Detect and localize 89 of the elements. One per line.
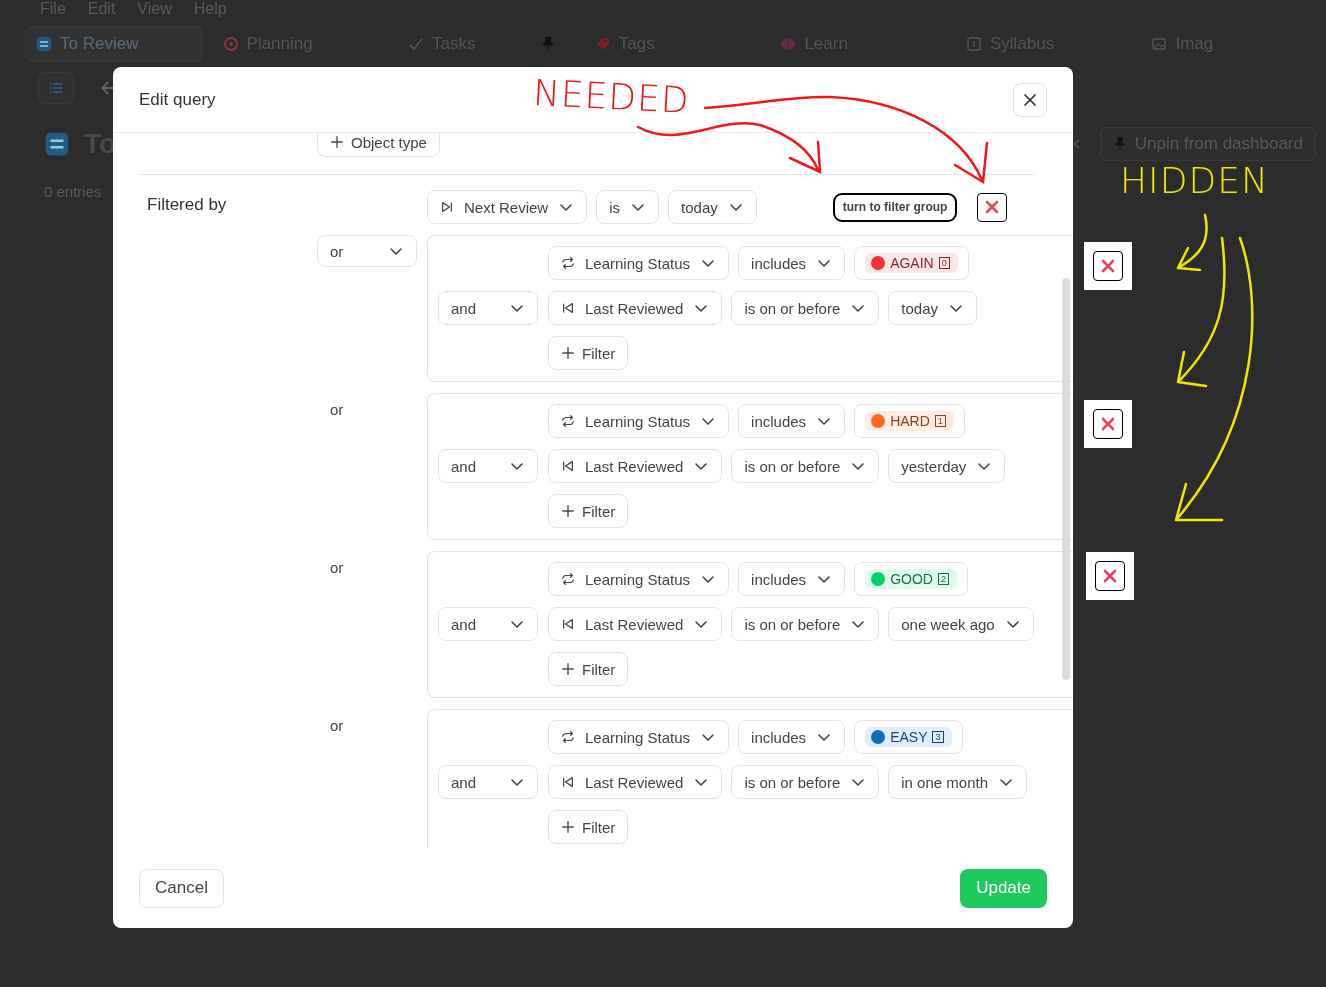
tag-count: 0 [938, 257, 950, 269]
x-icon [1102, 568, 1118, 584]
delete-button[interactable] [1093, 251, 1123, 281]
board-icon [36, 36, 52, 52]
skip-forward-icon [440, 200, 454, 214]
close-button[interactable] [1013, 82, 1047, 117]
add-filter-button[interactable]: Filter [548, 494, 629, 528]
tag-count: 2 [937, 573, 949, 585]
delete-button[interactable] [1093, 409, 1123, 439]
repeat-icon [561, 256, 575, 270]
field-dropdown[interactable]: Learning Status [548, 562, 730, 596]
tag-select[interactable]: GOOD 2 [854, 562, 968, 596]
field-dropdown[interactable]: Next Review [427, 190, 588, 224]
and-dropdown[interactable]: and [438, 291, 538, 325]
operator-dropdown[interactable]: is on or before [731, 607, 880, 641]
and-dropdown[interactable]: and [438, 607, 538, 641]
add-filter-button[interactable]: Filter [548, 810, 629, 844]
operator-dropdown[interactable]: is [596, 190, 660, 224]
tag-count: 1 [934, 415, 946, 427]
operator-dropdown[interactable]: is on or before [731, 291, 880, 325]
pin-icon [1112, 137, 1127, 151]
tag-select[interactable]: EASY 3 [854, 720, 963, 754]
tag-select[interactable]: AGAIN 0 [854, 246, 969, 280]
scrollbar-thumb[interactable] [1062, 278, 1070, 680]
and-dropdown[interactable]: and [438, 449, 538, 483]
field-dropdown[interactable]: Last Reviewed [548, 607, 723, 641]
tag-count: 3 [932, 731, 944, 743]
delete-button[interactable] [1095, 561, 1125, 591]
or-connector: or [329, 716, 345, 734]
filtered-by-label: Filtered by [146, 194, 228, 216]
skip-back-icon [561, 775, 575, 789]
repeat-icon [561, 572, 575, 586]
x-icon [1100, 416, 1116, 432]
operator-dropdown[interactable]: includes [738, 720, 846, 754]
annotation-text: NEEDED [532, 71, 691, 122]
value-dropdown[interactable]: today [668, 190, 757, 224]
checkmark-icon [408, 36, 425, 52]
object-type-button[interactable]: Object type [317, 133, 440, 157]
and-dropdown[interactable]: and [438, 765, 538, 799]
tag-label: EASY [890, 729, 928, 745]
annotation-text: HIDDEN [1120, 160, 1269, 201]
turn-to-filter-group-button[interactable]: turn to filter group [832, 192, 958, 222]
cancel-button[interactable]: Cancel [139, 868, 224, 908]
or-dropdown[interactable]: or [317, 235, 417, 267]
field-dropdown[interactable]: Last Reviewed [548, 765, 723, 799]
value-dropdown[interactable]: one week ago [888, 607, 1034, 641]
add-filter-button[interactable]: Filter [548, 652, 629, 686]
brain-icon [780, 36, 797, 52]
value-dropdown[interactable]: in one month [888, 765, 1027, 799]
board-icon [44, 131, 70, 157]
dialog-title: Edit query [139, 89, 216, 110]
tag-label: GOOD [890, 571, 933, 587]
operator-dropdown[interactable]: includes [738, 246, 846, 280]
plus-icon [330, 135, 344, 149]
field-dropdown[interactable]: Learning Status [548, 720, 730, 754]
tag-label: HARD [890, 413, 930, 429]
info-box-icon [965, 36, 982, 52]
skip-back-icon [561, 617, 575, 631]
value-dropdown[interactable]: today [888, 291, 977, 325]
plus-icon [561, 662, 575, 676]
tag-label: AGAIN [890, 255, 934, 271]
field-dropdown[interactable]: Last Reviewed [548, 291, 723, 325]
plus-icon [561, 346, 575, 360]
x-icon [1100, 258, 1116, 274]
list-icon [48, 80, 64, 96]
plus-icon [561, 504, 575, 518]
target-icon [222, 36, 239, 52]
tag-select[interactable]: HARD 1 [854, 404, 965, 438]
operator-dropdown[interactable]: is on or before [731, 449, 880, 483]
pin-icon [539, 36, 556, 52]
plus-icon [561, 820, 575, 834]
operator-dropdown[interactable]: is on or before [731, 765, 880, 799]
image-icon [1151, 36, 1168, 52]
delete-button[interactable] [977, 192, 1008, 222]
value-dropdown[interactable]: yesterday [888, 449, 1006, 483]
skip-back-icon [561, 301, 575, 315]
close-icon [1022, 91, 1038, 108]
or-connector: or [329, 558, 345, 576]
skip-back-icon [561, 459, 575, 473]
field-dropdown[interactable]: Learning Status [548, 246, 730, 280]
x-icon [984, 199, 1001, 215]
add-filter-button[interactable]: Filter [548, 336, 629, 370]
or-connector: or [329, 400, 345, 418]
operator-dropdown[interactable]: includes [738, 404, 846, 438]
repeat-icon [561, 730, 575, 744]
repeat-icon [561, 414, 575, 428]
field-dropdown[interactable]: Last Reviewed [548, 449, 723, 483]
operator-dropdown[interactable]: includes [738, 562, 846, 596]
field-dropdown[interactable]: Learning Status [548, 404, 730, 438]
